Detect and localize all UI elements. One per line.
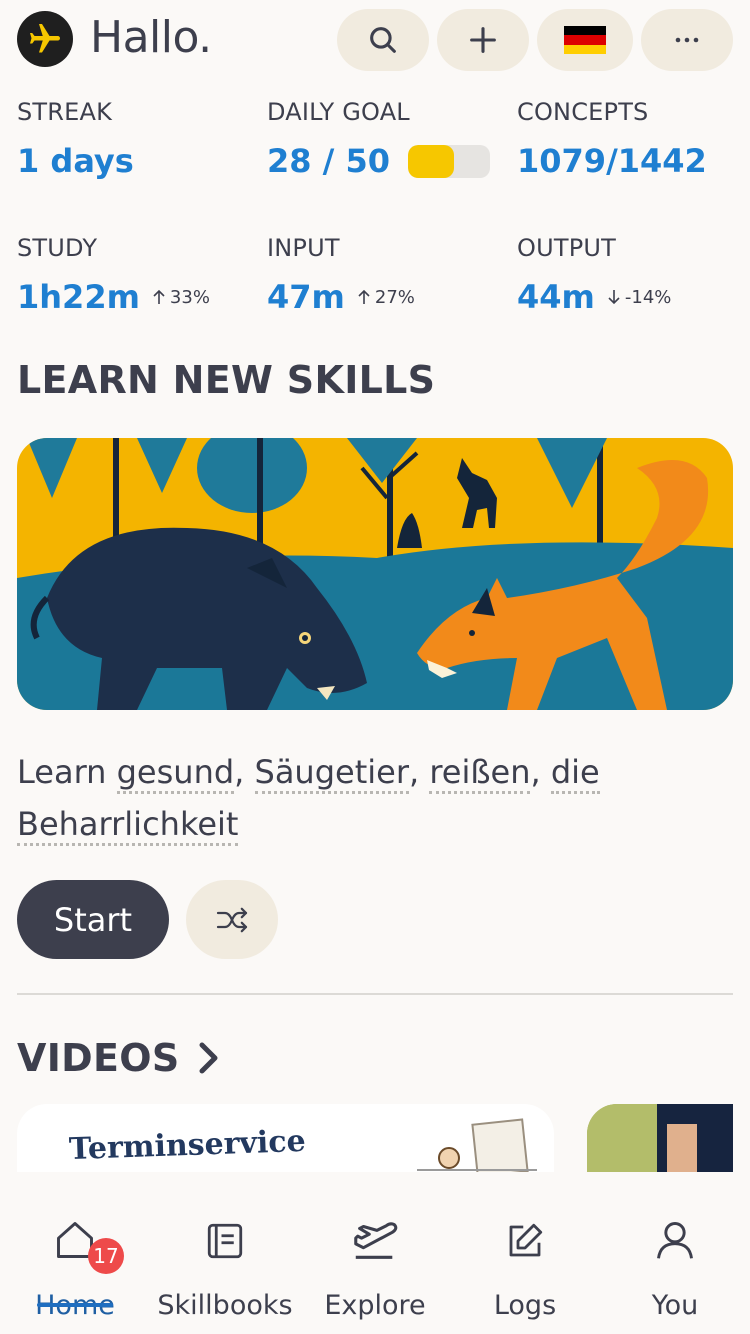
german-flag-icon: [564, 26, 606, 54]
stat-label: STUDY: [17, 234, 98, 262]
output-delta-value: -14%: [624, 286, 672, 308]
start-button[interactable]: Start: [17, 880, 169, 959]
edit-icon: [504, 1202, 546, 1262]
section-divider: [17, 993, 733, 995]
stat-label: INPUT: [267, 234, 340, 262]
video-card[interactable]: [587, 1104, 733, 1172]
stat-value: 1079/1442: [517, 142, 750, 180]
tab-logs[interactable]: Logs: [450, 1202, 600, 1321]
learn-section-title: LEARN NEW SKILLS: [17, 358, 436, 402]
stat-input: INPUT 47m 27%: [267, 234, 507, 316]
learn-prefix: Learn: [17, 753, 107, 791]
more-button[interactable]: [641, 9, 733, 71]
add-button[interactable]: [437, 9, 529, 71]
stat-value: 47m 27%: [267, 278, 507, 316]
video-thumbnail-art: [417, 1118, 537, 1172]
stat-label: CONCEPTS: [517, 98, 649, 126]
study-delta: 33%: [152, 287, 210, 308]
stat-value: 1 days: [17, 142, 257, 180]
streak-value: 1 days: [17, 142, 134, 180]
stat-concepts[interactable]: CONCEPTS 1079/1442: [517, 98, 750, 180]
plus-icon: [470, 27, 496, 53]
daily-goal-progress-bar: [408, 144, 491, 178]
input-value: 47m: [267, 278, 345, 316]
arrow-up-icon: [358, 289, 370, 304]
search-button[interactable]: [337, 9, 429, 71]
tab-you[interactable]: You: [600, 1202, 750, 1321]
arrow-up-icon: [153, 289, 165, 304]
tab-explore[interactable]: Explore: [300, 1202, 450, 1321]
stat-value: 28 / 50: [267, 142, 507, 180]
study-value: 1h22m: [17, 278, 140, 316]
skill-illustration[interactable]: [17, 438, 733, 710]
book-icon: [204, 1202, 246, 1262]
video-thumbnail-art: [587, 1104, 733, 1172]
tab-label: Explore: [324, 1290, 426, 1321]
stat-label: DAILY GOAL: [267, 98, 410, 126]
concepts-value: 1079/1442: [517, 142, 707, 180]
user-icon: [653, 1202, 697, 1262]
more-horizontal-icon: [675, 37, 699, 43]
videos-section-title[interactable]: VIDEOS: [17, 1036, 220, 1080]
daily-goal-progress-fill: [408, 144, 454, 178]
input-delta-value: 27%: [374, 286, 415, 308]
tab-skillbooks[interactable]: Skillbooks: [150, 1202, 300, 1321]
search-icon: [370, 27, 396, 53]
output-delta: -14%: [607, 286, 672, 308]
boar-fox-illustration: [17, 438, 733, 710]
stat-streak: STREAK 1 days: [17, 98, 257, 180]
chevron-right-icon: [199, 1042, 218, 1074]
vocab-word[interactable]: reißen: [429, 753, 531, 794]
arrow-down-icon: [608, 290, 620, 305]
videos-title-text: VIDEOS: [17, 1036, 180, 1080]
greeting-title: Hallo.: [90, 12, 212, 63]
stat-output: OUTPUT 44m -14%: [517, 234, 750, 316]
plane-icon: [350, 1202, 400, 1262]
tab-label: Logs: [493, 1290, 557, 1321]
home-notification-badge: 17: [88, 1238, 124, 1274]
learn-words-text: Learn gesund, Säugetier, reißen, die Beh…: [17, 746, 733, 850]
stat-study: STUDY 1h22m 33%: [17, 234, 257, 316]
stat-label: OUTPUT: [517, 234, 617, 262]
stat-value: 1h22m 33%: [17, 278, 257, 316]
vocab-word[interactable]: gesund: [116, 753, 235, 794]
stat-daily-goal[interactable]: DAILY GOAL 28 / 50: [267, 98, 507, 180]
video-thumbnail-title: Terminservice: [68, 1123, 307, 1168]
vocab-word[interactable]: Säugetier: [254, 753, 409, 794]
tab-label: You: [651, 1290, 699, 1321]
active-tab-indicator: [37, 1303, 113, 1307]
video-card[interactable]: Terminservice: [17, 1104, 554, 1172]
shuffle-button[interactable]: [186, 880, 278, 959]
tab-label: Skillbooks: [157, 1290, 293, 1321]
stat-value: 44m -14%: [517, 278, 750, 316]
stat-label: STREAK: [17, 98, 113, 126]
daily-goal-value: 28 / 50: [267, 142, 391, 180]
app-header: Hallo.: [0, 0, 750, 80]
study-delta-value: 33%: [169, 286, 210, 308]
input-delta: 27%: [357, 287, 415, 308]
output-value: 44m: [517, 278, 595, 316]
shuffle-icon: [216, 907, 248, 932]
language-button[interactable]: [537, 9, 633, 71]
airplane-icon: [17, 11, 73, 67]
